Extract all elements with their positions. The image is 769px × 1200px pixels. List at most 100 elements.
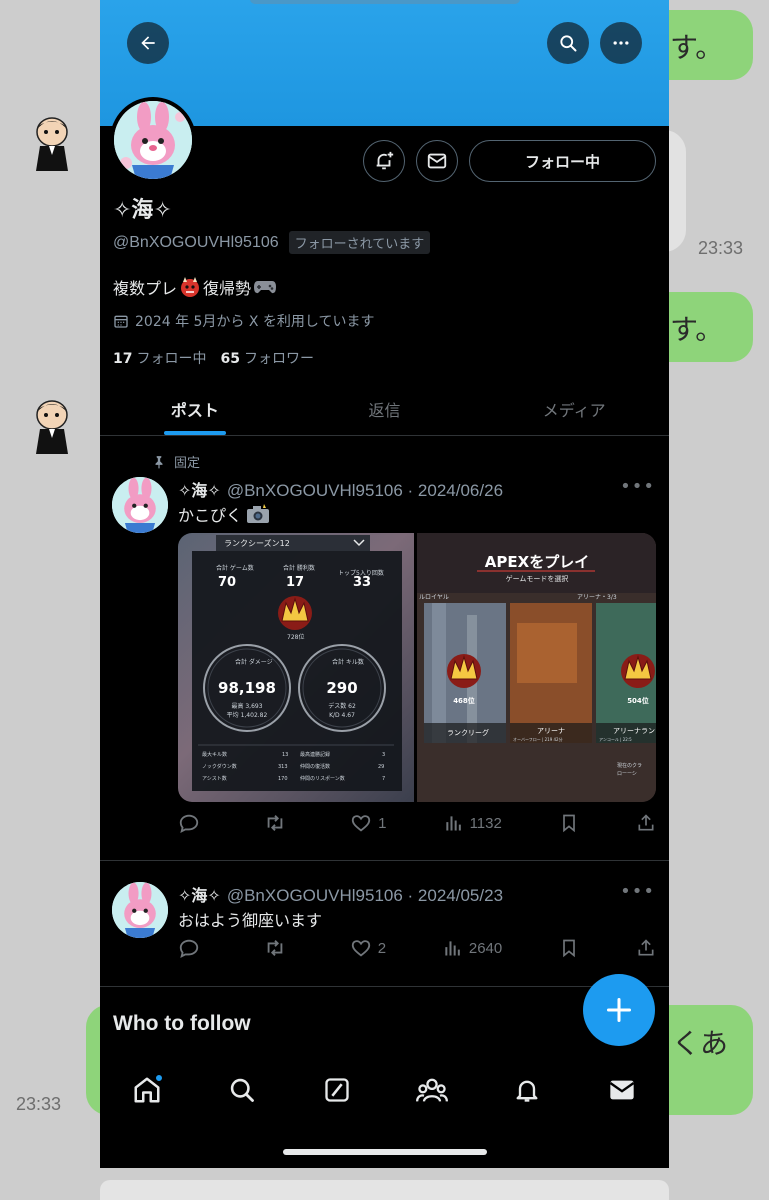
stats-row-label: 最大キル数 xyxy=(202,751,227,758)
bottom-navigation xyxy=(100,1058,669,1122)
stats-row-value: 313 xyxy=(278,764,288,770)
home-indicator[interactable] xyxy=(283,1149,487,1155)
grok-icon xyxy=(325,1078,349,1102)
tab-replies[interactable]: 返信 xyxy=(290,382,480,435)
chat-bubble-text: くあ xyxy=(672,1027,729,1060)
stat-value: 70 xyxy=(218,575,236,590)
profile-avatar[interactable] xyxy=(110,97,196,183)
compose-post-button[interactable] xyxy=(583,974,655,1046)
post-media[interactable]: ランクシーズン12 合計 ゲーム数 70 合計 勝利数 17 トップ5入り回数 … xyxy=(178,533,656,802)
follows-you-badge: フォローされています xyxy=(288,231,431,254)
nav-home[interactable] xyxy=(127,1070,167,1110)
reply-button[interactable] xyxy=(178,937,206,959)
tab-posts[interactable]: ポスト xyxy=(100,382,290,435)
stats-row-label: 仲間のリスポーン数 xyxy=(300,775,345,782)
nav-communities[interactable] xyxy=(412,1070,452,1110)
game-controller-icon xyxy=(254,281,277,294)
mode-footer: 現在のクラ xyxy=(617,762,642,769)
bookmark-button[interactable] xyxy=(559,812,579,834)
bookmark-button[interactable] xyxy=(559,937,579,959)
like-count: 1 xyxy=(378,814,387,832)
stats-row-value: 170 xyxy=(278,776,288,782)
more-options-button[interactable] xyxy=(600,22,642,64)
nav-notifications[interactable] xyxy=(507,1070,547,1110)
chat-avatar[interactable] xyxy=(30,398,74,456)
like-button[interactable]: 1 xyxy=(350,812,387,834)
following-link[interactable]: 17 フォロー中 xyxy=(113,348,206,368)
bunny-avatar-art xyxy=(112,477,168,533)
stat-rank: 728位 xyxy=(287,633,304,641)
mode-card-rank: 468位 xyxy=(453,696,475,705)
chat-input-bar[interactable] xyxy=(100,1180,669,1200)
mail-icon xyxy=(427,153,447,169)
like-button[interactable]: 2 xyxy=(350,937,386,959)
analytics-icon xyxy=(445,941,460,956)
search-icon xyxy=(231,1078,255,1102)
mode-card-sub: オーバーフロー | 219 42分 xyxy=(513,736,563,742)
post-author-name[interactable]: ✧海✧ xyxy=(178,477,221,501)
mode-card-rank: 504位 xyxy=(627,696,649,705)
stats-row-label: 仲間の復活数 xyxy=(300,763,330,770)
reply-icon xyxy=(179,814,199,833)
joined-text: 2024 年 5月から X を利用しています xyxy=(135,314,375,330)
bell-icon xyxy=(516,1080,538,1102)
bio-text: 複数プレ xyxy=(113,279,178,298)
post-text-body: おはよう御座います xyxy=(178,911,323,930)
profile-handle: @BnXOGOUVHl95106 xyxy=(113,233,279,251)
followers-label: フォロワー xyxy=(243,351,314,367)
nav-grok[interactable] xyxy=(317,1070,357,1110)
bell-plus-icon xyxy=(376,151,394,170)
following-button[interactable]: フォロー中 xyxy=(469,140,656,182)
post-author-name[interactable]: ✧海✧ xyxy=(178,882,221,906)
stats-row-value: 7 xyxy=(382,776,385,782)
message-button[interactable] xyxy=(416,140,458,182)
reply-button[interactable] xyxy=(178,812,206,834)
post-more-button[interactable]: ••• xyxy=(620,476,655,497)
stat-value: 33 xyxy=(353,575,371,590)
stat-sub: K/D 4.67 xyxy=(329,712,355,719)
mode-section-label: ルロイヤル xyxy=(419,594,449,601)
chat-avatar[interactable] xyxy=(30,115,74,173)
stat-label: 合計 勝利数 xyxy=(283,564,315,572)
post-more-button[interactable]: ••• xyxy=(620,881,655,902)
repost-button[interactable] xyxy=(263,812,293,834)
stat-value: 17 xyxy=(286,575,304,590)
stat-label: 合計 ゲーム数 xyxy=(216,564,254,572)
post-avatar[interactable] xyxy=(112,882,168,938)
mode-card-label: アリーナ xyxy=(537,727,565,735)
repost-icon xyxy=(267,940,283,956)
tab-media[interactable]: メディア xyxy=(479,382,669,435)
repost-icon xyxy=(267,815,283,831)
share-button[interactable] xyxy=(636,812,656,834)
post-avatar[interactable] xyxy=(112,477,168,533)
media-image-mode-select[interactable]: APEXをプレイ ゲームモードを選択 ルロイヤル アリーナ・3/3 468位 5… xyxy=(417,533,656,802)
apex-mode-screenshot: APEXをプレイ ゲームモードを選択 ルロイヤル アリーナ・3/3 468位 5… xyxy=(417,533,656,802)
stats-row-value: 3 xyxy=(382,752,385,758)
stat-value: 98,198 xyxy=(218,679,276,697)
share-button[interactable] xyxy=(636,937,656,959)
followers-link[interactable]: 65 フォロワー xyxy=(220,348,313,368)
more-horizontal-icon xyxy=(613,41,629,45)
media-image-stats[interactable]: ランクシーズン12 合計 ゲーム数 70 合計 勝利数 17 トップ5入り回数 … xyxy=(178,533,414,802)
search-button[interactable] xyxy=(547,22,589,64)
repost-button[interactable] xyxy=(263,937,293,959)
share-icon xyxy=(638,939,654,956)
nav-messages[interactable] xyxy=(602,1070,642,1110)
nav-search[interactable] xyxy=(222,1070,262,1110)
mode-footer: ローーシ xyxy=(617,771,637,777)
post-text-body: かこぴく xyxy=(178,506,243,525)
bunny-avatar-art xyxy=(114,101,192,179)
predator-badge-icon xyxy=(278,596,312,630)
reply-icon xyxy=(179,939,199,958)
heart-icon xyxy=(351,815,371,832)
mode-card-sub: アンコール | 22:5 xyxy=(599,737,632,742)
notify-button[interactable] xyxy=(363,140,405,182)
views-button[interactable]: 2640 xyxy=(443,938,502,958)
profile-stats: 17 フォロー中 65 フォロワー xyxy=(113,348,314,368)
pin-icon xyxy=(155,455,163,468)
ogre-mask-icon xyxy=(181,277,200,297)
arrow-left-icon xyxy=(141,36,155,50)
back-button[interactable] xyxy=(127,22,169,64)
views-button[interactable]: 1132 xyxy=(444,813,502,833)
share-icon xyxy=(638,814,654,831)
